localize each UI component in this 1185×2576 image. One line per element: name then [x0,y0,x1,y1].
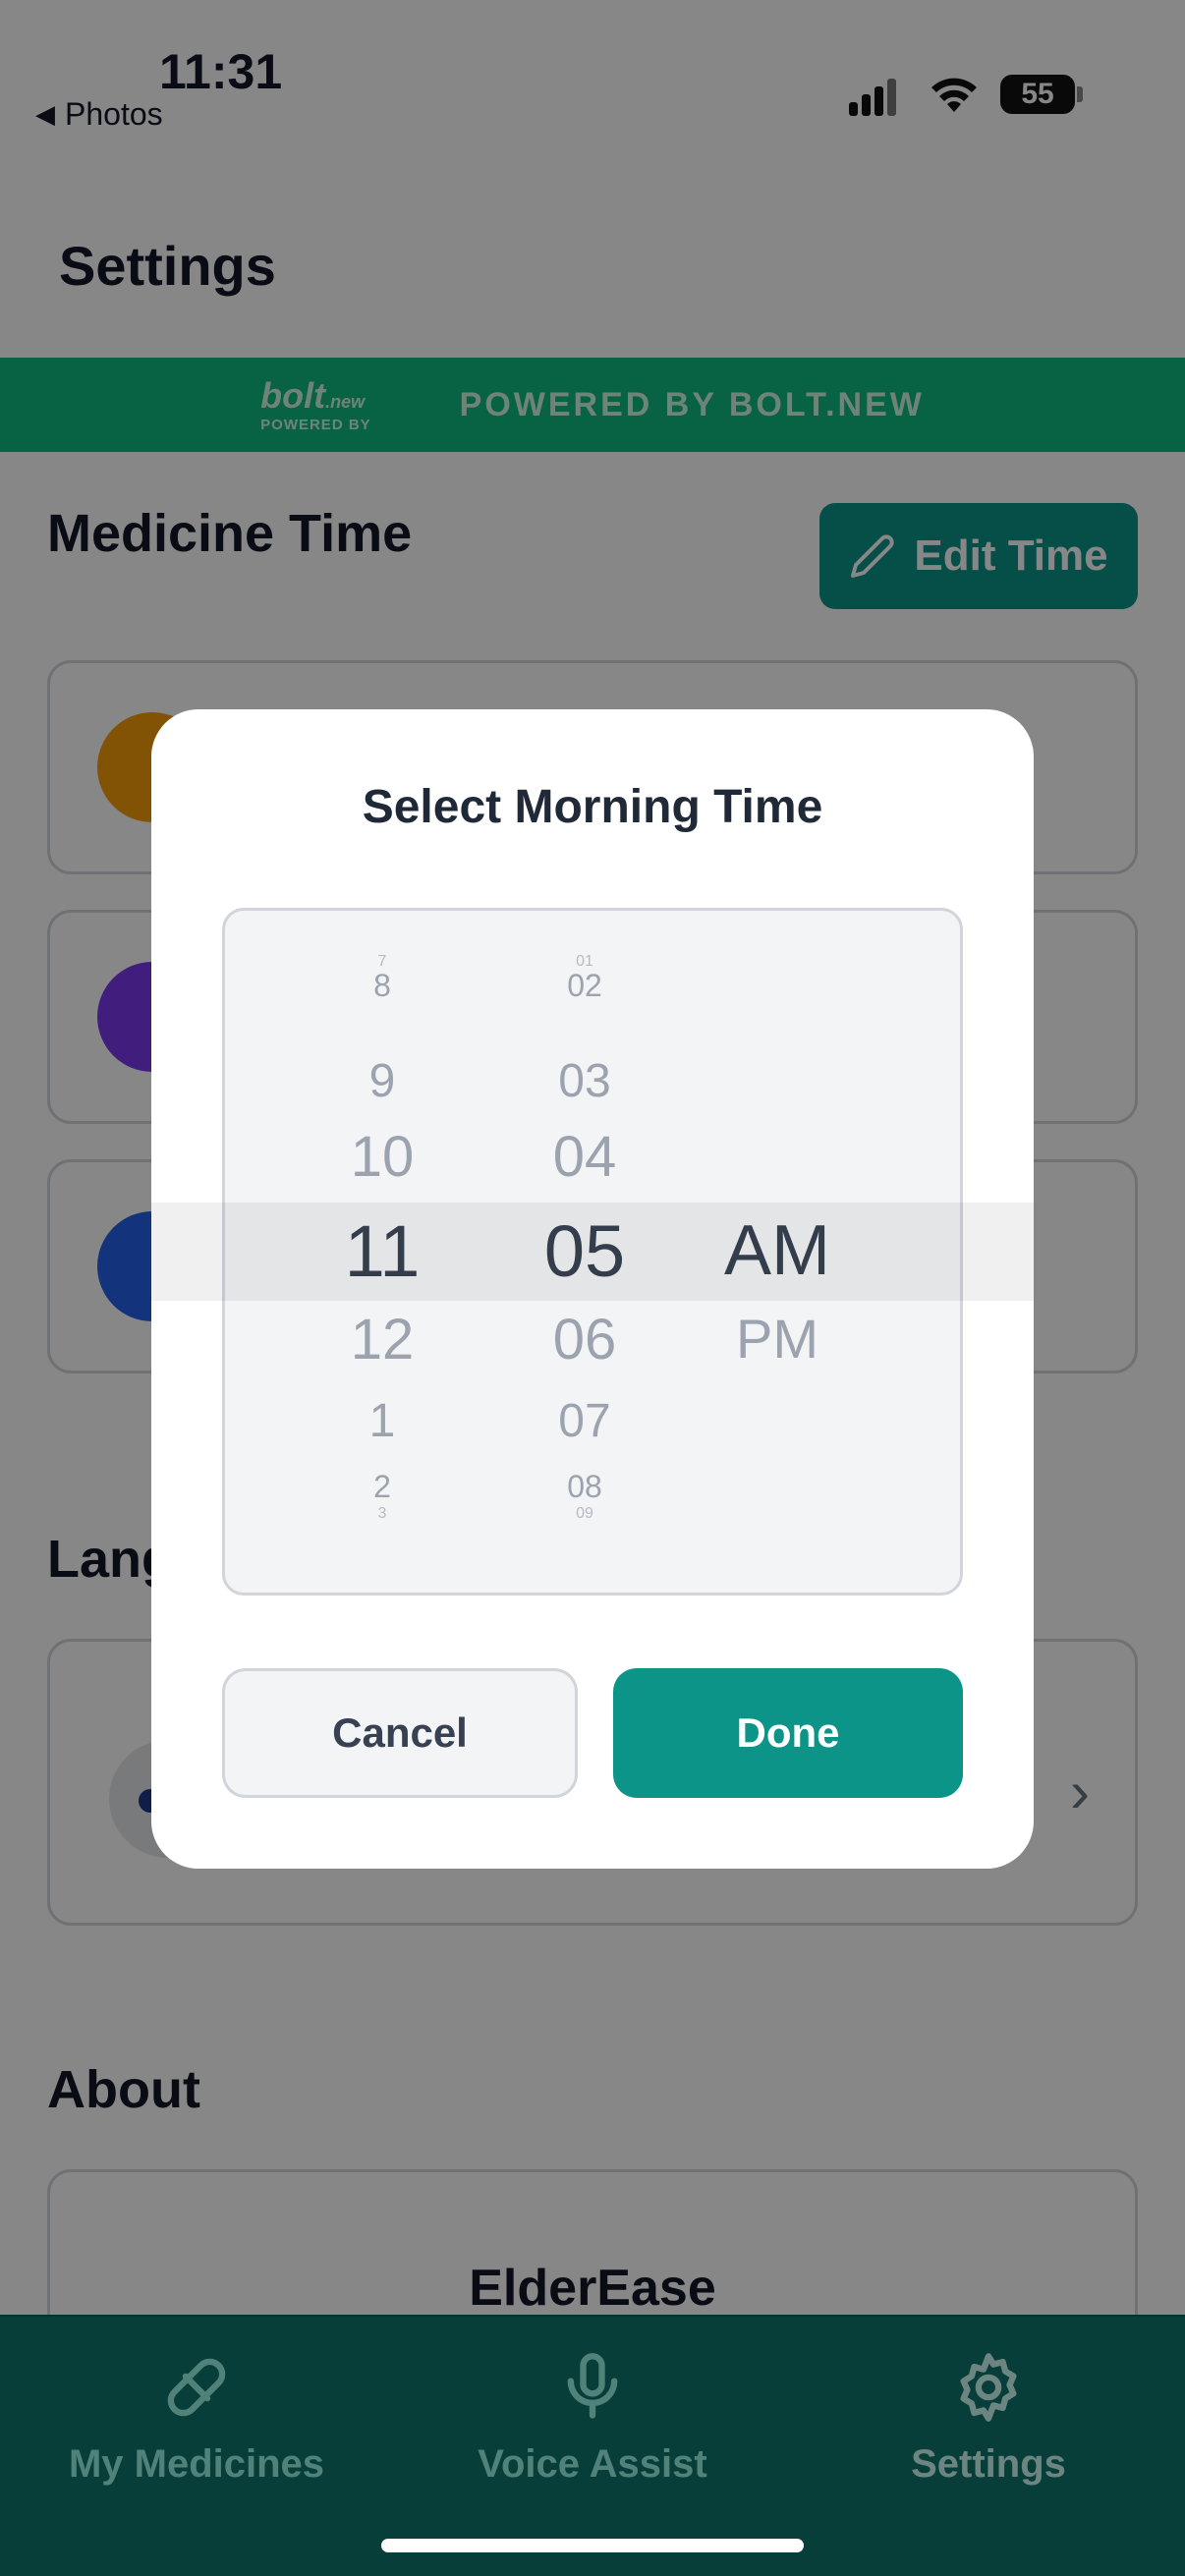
minute-option[interactable]: 03 [506,1058,663,1105]
hour-option[interactable]: 8 [304,970,461,1001]
cancel-button[interactable]: Cancel [222,1668,578,1798]
picker-selection-highlight [151,1203,1034,1301]
minute-option[interactable]: 04 [506,1129,663,1186]
minute-option[interactable]: 06 [506,1312,663,1369]
dialog-title: Select Morning Time [362,781,823,833]
minute-option[interactable]: 09 [506,1506,663,1522]
hour-option[interactable]: 2 [304,1471,461,1502]
minute-option[interactable]: 07 [506,1398,663,1445]
minute-option[interactable]: 02 [506,970,663,1001]
hour-option[interactable]: 3 [304,1506,461,1522]
minute-option[interactable]: 08 [506,1471,663,1502]
hour-option[interactable]: 1 [304,1398,461,1445]
hour-option[interactable]: 12 [304,1312,461,1369]
home-indicator[interactable] [381,2539,804,2552]
hour-option[interactable]: 10 [304,1129,461,1186]
hour-option[interactable]: 9 [304,1058,461,1105]
time-picker-dialog: Select Morning Time 7 8 9 10 11 12 1 2 3… [151,709,1034,1869]
period-option[interactable]: PM [679,1312,875,1367]
done-button[interactable]: Done [613,1668,963,1798]
